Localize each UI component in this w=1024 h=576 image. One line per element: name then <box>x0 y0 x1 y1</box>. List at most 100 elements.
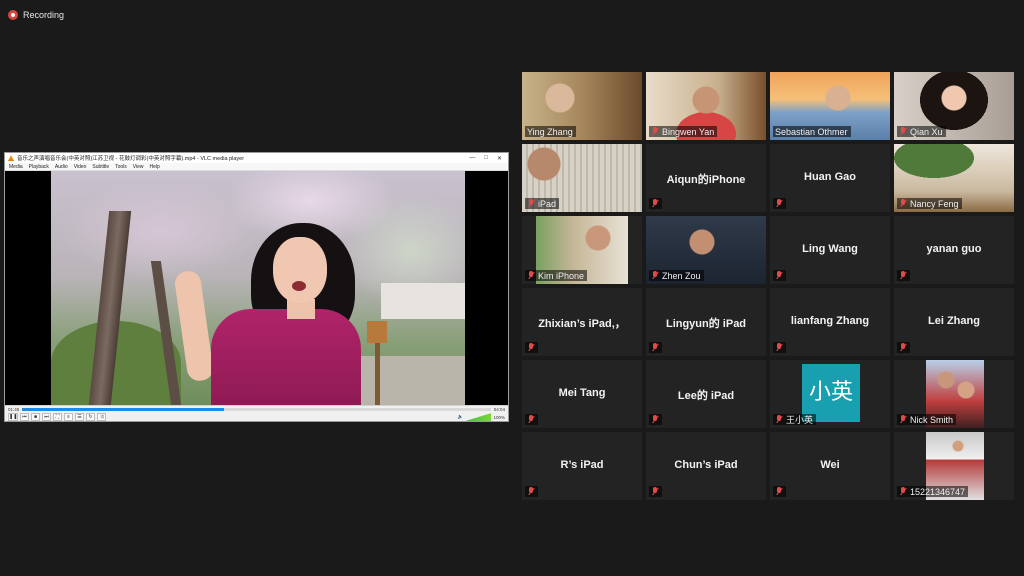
menu-tools[interactable]: Tools <box>115 164 127 170</box>
participant-tile[interactable]: Mei Tang <box>522 360 642 428</box>
scene-birdhouse <box>367 321 387 343</box>
participant-name-center: Lee的 iPad <box>677 390 735 402</box>
menu-view[interactable]: View <box>133 164 144 170</box>
pause-button[interactable]: ❚❚ <box>8 413 18 421</box>
participant-gallery: Ying Zhang Bingwen Yan Sebastian Othmer Qia… <box>522 72 1018 500</box>
participant-tile[interactable]: Zhixian’s iPad,， <box>522 288 642 356</box>
menu-help[interactable]: Help <box>150 164 160 170</box>
participant-tile[interactable]: 15221346747 <box>894 432 1014 500</box>
participant-name-center: lianfang Zhang <box>790 315 870 327</box>
mic-muted-icon <box>651 487 659 496</box>
mic-muted-icon <box>651 127 659 136</box>
singer-mouth <box>292 281 306 291</box>
participant-name-center: Huan Gao <box>804 171 856 183</box>
recording-indicator[interactable]: Recording <box>8 8 64 22</box>
mic-muted-icon <box>899 487 907 496</box>
menu-subtitle[interactable]: Subtitle <box>92 164 109 170</box>
participant-name-label: iPad <box>525 198 560 209</box>
mic-muted-icon <box>775 199 783 208</box>
participant-name: Sebastian Othmer <box>775 126 848 137</box>
participant-tile[interactable]: Kim iPhone <box>522 216 642 284</box>
fullscreen-button[interactable]: ⛶ <box>53 413 62 421</box>
participant-tile[interactable]: yanan guo <box>894 216 1014 284</box>
menu-audio[interactable]: Audio <box>55 164 68 170</box>
participant-tile[interactable]: Lingyun的 iPad <box>646 288 766 356</box>
participant-name-center: Chun’s iPad <box>674 459 738 471</box>
mic-muted-icon <box>651 343 659 352</box>
scene-birdhouse-post <box>375 341 380 405</box>
minimize-icon[interactable]: — <box>469 155 475 162</box>
participant-name-label <box>649 198 662 209</box>
participant-tile[interactable]: Zhen Zou <box>646 216 766 284</box>
participant-name-label <box>773 486 786 497</box>
vlc-title-bar[interactable]: 音乐之声演唱音乐会(中英对照)江苏卫视 - 花鼓灯调彩(中英对照字幕).mp4 … <box>5 153 508 163</box>
participant-name: 15221346747 <box>910 486 966 497</box>
participant-name-center: Aiqun的iPhone <box>666 174 746 186</box>
participant-name-label: Bingwen Yan <box>649 126 718 137</box>
mic-muted-icon <box>527 199 535 208</box>
volume-control[interactable]: 🔈 100% <box>458 413 505 421</box>
vlc-shared-screen[interactable]: 音乐之声演唱音乐会(中英对照)江苏卫视 - 花鼓灯调彩(中英对照字幕).mp4 … <box>4 152 509 422</box>
participant-tile[interactable]: Qian Xu <box>894 72 1014 140</box>
menu-media[interactable]: Media <box>9 164 23 170</box>
vlc-button-row: ❚❚ ⏮ ■ ⏭ ⛶ ≡ ☰ ↻ ⤨ 🔈 100% <box>5 412 508 422</box>
menu-video[interactable]: Video <box>74 164 87 170</box>
participant-name: Nick Smith <box>910 414 954 425</box>
participant-tile[interactable]: Ying Zhang <box>522 72 642 140</box>
playlist-button[interactable]: ☰ <box>75 413 84 421</box>
menu-playback[interactable]: Playback <box>29 164 49 170</box>
participant-tile[interactable]: Aiqun的iPhone <box>646 144 766 212</box>
participant-tile[interactable]: Wei <box>770 432 890 500</box>
participant-tile[interactable]: Huan Gao <box>770 144 890 212</box>
participant-name-center: Wei <box>820 459 840 471</box>
close-icon[interactable]: ✕ <box>497 155 502 162</box>
participant-name: Qian Xu <box>910 126 943 137</box>
volume-slider[interactable] <box>465 413 492 421</box>
participant-tile[interactable]: Ling Wang <box>770 216 890 284</box>
stop-button[interactable]: ■ <box>31 413 40 421</box>
maximize-icon[interactable]: □ <box>484 155 488 162</box>
participant-tile[interactable]: R’s iPad <box>522 432 642 500</box>
mic-muted-icon <box>775 415 783 424</box>
extended-settings-button[interactable]: ≡ <box>64 413 73 421</box>
participant-tile[interactable]: Nancy Feng <box>894 144 1014 212</box>
speaker-icon: 🔈 <box>457 414 464 419</box>
participant-name-label: Qian Xu <box>897 126 946 137</box>
vlc-video-area[interactable] <box>5 171 508 405</box>
video-frame-singer <box>51 171 465 405</box>
mic-muted-icon <box>651 415 659 424</box>
time-elapsed: 01:45 <box>8 406 20 412</box>
mic-muted-icon <box>775 271 783 280</box>
participant-name-label <box>525 342 538 353</box>
participant-name-center: Zhixian’s iPad,， <box>538 318 626 330</box>
participant-tile[interactable]: Sebastian Othmer <box>770 72 890 140</box>
singer-face <box>273 237 327 303</box>
participant-tile[interactable]: iPad <box>522 144 642 212</box>
participant-name-label <box>773 270 786 281</box>
participant-name: 王小英 <box>786 415 814 425</box>
mic-muted-icon <box>527 415 535 424</box>
participant-tile[interactable]: Chun’s iPad <box>646 432 766 500</box>
participant-tile[interactable]: Lee的 iPad <box>646 360 766 428</box>
participant-name-label: Kim iPhone <box>525 270 588 281</box>
mic-muted-icon <box>527 271 535 280</box>
participant-name-center: Lingyun的 iPad <box>665 318 747 330</box>
previous-button[interactable]: ⏮ <box>20 413 29 421</box>
shuffle-button[interactable]: ⤨ <box>97 413 106 421</box>
participant-tile[interactable]: Nick Smith <box>894 360 1014 428</box>
participant-tile[interactable]: Bingwen Yan <box>646 72 766 140</box>
mic-muted-icon <box>899 271 907 280</box>
participant-name: Kim iPhone <box>538 270 585 281</box>
participant-name-label <box>649 486 662 497</box>
participant-tile[interactable]: lianfang Zhang <box>770 288 890 356</box>
participant-name-center: Ling Wang <box>802 243 858 255</box>
mic-muted-icon <box>899 415 907 424</box>
participant-tile[interactable]: 小英 王小英 <box>770 360 890 428</box>
loop-button[interactable]: ↻ <box>86 413 95 421</box>
seek-bar[interactable] <box>22 407 491 411</box>
participant-tile[interactable]: Lei Zhang <box>894 288 1014 356</box>
vlc-window-buttons: — □ ✕ <box>469 155 505 162</box>
mic-muted-icon <box>899 199 907 208</box>
time-total: 04:04 <box>493 406 505 412</box>
next-button[interactable]: ⏭ <box>42 413 51 421</box>
